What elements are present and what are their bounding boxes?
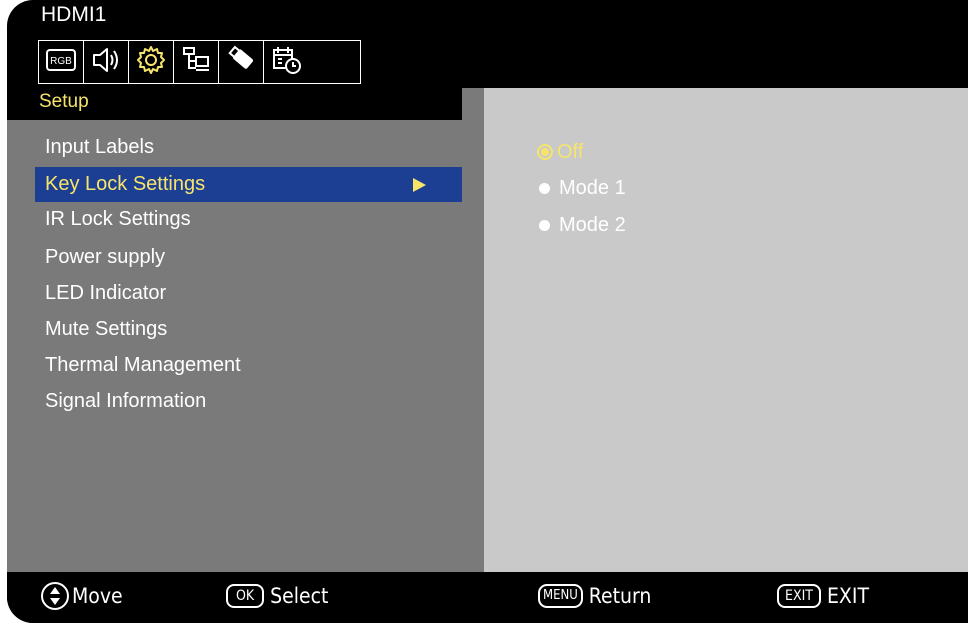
speaker-icon — [90, 45, 122, 80]
tab-schedule[interactable] — [264, 41, 310, 83]
menu-item-label: LED Indicator — [45, 282, 167, 304]
option-label: Mode 2 — [559, 214, 626, 236]
menu-item-label: IR Lock Settings — [45, 208, 191, 230]
hint-move-label: Move — [72, 584, 123, 608]
exit-key: EXIT — [777, 584, 821, 608]
hint-return: MENU Return — [538, 581, 651, 611]
svg-text:RGB: RGB — [50, 56, 72, 67]
tab-picture[interactable]: RGB — [39, 41, 84, 83]
menu-item-label: Mute Settings — [45, 318, 168, 340]
menu-item-label: Power supply — [45, 246, 166, 268]
option-mode-2[interactable]: Mode 2 — [537, 210, 626, 240]
menu-item-label: Key Lock Settings — [45, 173, 206, 195]
osd-menu: HDMI1 RGB Setup Input Labels Key Lock Se… — [7, 0, 968, 623]
rgb-picture-icon: RGB — [45, 47, 77, 78]
menu-item-power-supply[interactable]: Power supply — [35, 240, 462, 275]
hint-move: Move — [41, 581, 123, 611]
menu-item-thermal-management[interactable]: Thermal Management — [35, 348, 462, 383]
tab-setup[interactable] — [129, 41, 174, 83]
bullet-icon — [539, 182, 550, 194]
option-label: Off — [557, 141, 584, 163]
menu-item-label: Thermal Management — [45, 354, 241, 376]
menu-item-led-indicator[interactable]: LED Indicator — [35, 276, 462, 311]
submenu-arrow-icon — [413, 178, 426, 192]
menu-key: MENU — [538, 584, 583, 608]
hint-return-label: Return — [588, 584, 652, 608]
menu-panel-edge — [462, 88, 484, 120]
hint-exit: EXIT EXIT — [777, 581, 869, 611]
footer-hints: Move OK Select MENU Return EXIT EXIT — [7, 572, 968, 623]
usb-icon — [224, 44, 258, 81]
radio-selected-icon — [537, 144, 553, 160]
network-icon — [180, 44, 212, 81]
hint-exit-label: EXIT — [827, 584, 869, 608]
menu-item-signal-information[interactable]: Signal Information — [35, 384, 462, 419]
option-label: Mode 1 — [559, 177, 626, 199]
input-source-label: HDMI1 — [41, 3, 107, 26]
hint-select-label: Select — [270, 584, 329, 608]
category-title: Setup — [39, 91, 89, 112]
menu-item-mute-settings[interactable]: Mute Settings — [35, 312, 462, 347]
category-icon-bar: RGB — [38, 40, 361, 84]
hint-select: OK Select — [226, 581, 328, 611]
schedule-icon — [270, 44, 304, 81]
menu-item-ir-lock-settings[interactable]: IR Lock Settings — [35, 202, 462, 237]
menu-item-label: Input Labels — [45, 136, 154, 158]
up-down-icon — [41, 582, 69, 610]
menu-item-label: Signal Information — [45, 390, 207, 412]
ok-key: OK — [226, 584, 265, 608]
tab-network[interactable] — [174, 41, 219, 83]
option-mode-1[interactable]: Mode 1 — [537, 173, 626, 203]
menu-item-key-lock-settings[interactable]: Key Lock Settings — [35, 167, 462, 202]
tab-audio[interactable] — [84, 41, 129, 83]
bullet-icon — [539, 219, 550, 231]
gear-icon — [135, 44, 167, 81]
tab-usb[interactable] — [219, 41, 264, 83]
menu-item-input-labels[interactable]: Input Labels — [35, 130, 462, 165]
option-off[interactable]: Off — [537, 137, 583, 167]
